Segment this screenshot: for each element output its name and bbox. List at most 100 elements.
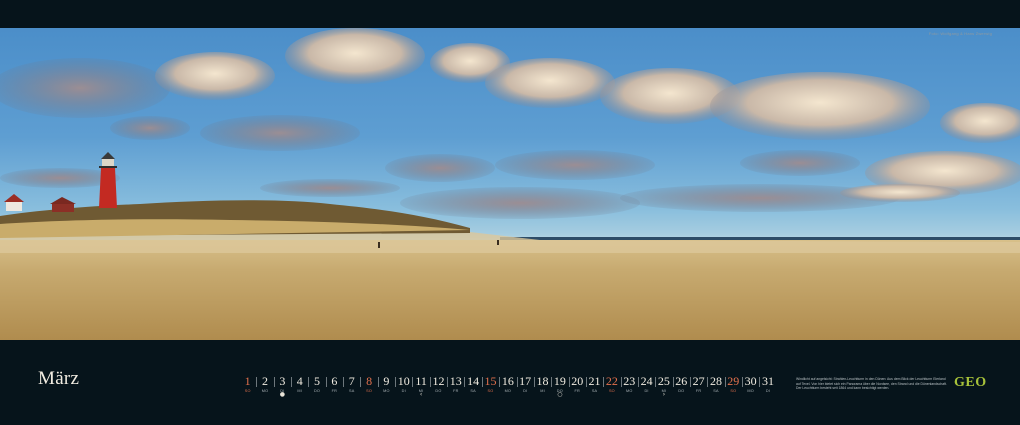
weekday-label: DO <box>678 389 685 393</box>
weekday-label: SO <box>244 389 251 393</box>
day-number: 22 <box>605 374 618 388</box>
calendar-day: 7 SA <box>343 374 360 404</box>
day-number: 26 <box>675 374 688 388</box>
geo-logo: GEO <box>954 375 987 390</box>
calendar-day: 12 DO <box>429 374 447 404</box>
person <box>378 242 380 248</box>
calendar-day: 16 MO <box>499 374 516 404</box>
weekday-label: MO <box>747 389 754 393</box>
calendar-day: 31 DI <box>759 374 776 404</box>
calendar-day: 9 MO <box>377 374 395 404</box>
weekday-label: DO <box>313 389 321 393</box>
weekday-label: MO <box>625 389 633 393</box>
calendar-day: 19 DO ○ <box>551 374 568 404</box>
weekday-label: SA <box>349 389 355 393</box>
moon-phase-icon: ○ <box>557 391 563 398</box>
weekday-label: SA <box>713 389 719 393</box>
photo-caption: Windlicht auf angelsicht: Strahlen-Leuch… <box>796 377 947 391</box>
month-title: März <box>38 368 80 389</box>
houses <box>4 194 76 212</box>
day-number: 8 <box>366 374 373 388</box>
day-number: 1 <box>244 374 251 388</box>
day-strip: 1 SO 2 MO 3 DI ● 4 MI 5 DO 6 FR 7 SA 8 SO 9 MO 10 DI 11 MI ‹ 12 D… <box>239 374 777 404</box>
calendar-day: 8 SO <box>360 374 377 404</box>
day-number: 7 <box>348 374 355 388</box>
weekday-label: SO <box>730 389 737 393</box>
day-number: 21 <box>588 374 601 388</box>
calendar-day: 30 MO <box>741 374 759 404</box>
day-number: 30 <box>744 374 757 388</box>
weekday-label: FR <box>331 389 338 393</box>
day-number: 2 <box>262 374 269 388</box>
weekday-label: SA <box>591 389 598 393</box>
weekday-label: SA <box>470 389 476 393</box>
day-number: 27 <box>692 374 705 388</box>
weekday-label: DI <box>401 389 406 393</box>
weekday-label: DI <box>523 389 528 393</box>
weekday-label: FR <box>453 389 459 393</box>
day-number: 3 <box>279 374 286 388</box>
day-number: 24 <box>640 374 653 388</box>
calendar-day: 21 SA <box>585 374 603 404</box>
weekday-label: MO <box>383 389 390 393</box>
lighthouse <box>99 152 117 208</box>
calendar-day: 28 SA <box>707 374 724 404</box>
day-number: 25 <box>657 374 670 388</box>
day-number: 17 <box>519 374 532 388</box>
weekday-label: MO <box>504 389 512 393</box>
weekday-label: SO <box>366 389 373 393</box>
day-number: 19 <box>553 374 566 388</box>
calendar-day: 4 MI <box>291 374 308 404</box>
calendar-day: 1 SO <box>239 374 256 404</box>
day-number: 10 <box>397 374 410 388</box>
calendar-day: 18 MI <box>533 374 551 404</box>
beach-landscape <box>0 28 1020 340</box>
weekday-label: SO <box>608 389 615 393</box>
day-number: 18 <box>536 374 549 388</box>
calendar-day: 6 FR <box>325 374 343 404</box>
person <box>497 240 499 245</box>
calendar-day: 11 MI ‹ <box>412 374 429 404</box>
calendar-day: 13 FR <box>447 374 464 404</box>
calendar-day: 26 DO <box>672 374 690 404</box>
calendar-day: 5 DO <box>308 374 325 404</box>
weekday-label: MI <box>540 389 545 393</box>
calendar-day: 15 SO <box>481 374 499 404</box>
weekday-label: MO <box>261 389 269 393</box>
day-number: 5 <box>314 374 321 388</box>
day-number: 12 <box>432 374 445 388</box>
moon-phase-icon: ‹ <box>419 391 423 398</box>
calendar-day: 17 DI <box>516 374 534 404</box>
day-number: 15 <box>484 374 497 388</box>
calendar-day: 25 MI › <box>655 374 672 404</box>
weekday-label: DI <box>765 389 771 393</box>
moon-phase-icon: › <box>662 391 666 398</box>
day-number: 4 <box>296 374 303 388</box>
weekday-label: SO <box>487 389 494 393</box>
moon-phase-icon: ● <box>279 391 285 398</box>
panorama-photo <box>0 28 1020 340</box>
calendar-day: 2 MO <box>256 374 273 404</box>
day-number: 23 <box>623 374 636 388</box>
day-number: 13 <box>449 374 462 388</box>
calendar-day: 14 SA <box>464 374 481 404</box>
day-number: 28 <box>709 374 722 388</box>
day-number: 9 <box>383 374 390 388</box>
weekday-label: MI <box>297 389 303 393</box>
calendar-day: 24 DI <box>637 374 655 404</box>
calendar-day: 10 DI <box>395 374 412 404</box>
beach <box>0 240 1020 340</box>
weekday-label: DO <box>435 389 442 393</box>
calendar-day: 20 FR <box>568 374 586 404</box>
calendar-day: 27 FR <box>689 374 707 404</box>
weekday-label: DI <box>644 389 649 393</box>
weekday-label: FR <box>574 389 580 393</box>
day-number: 11 <box>415 374 427 388</box>
day-number: 20 <box>571 374 584 388</box>
day-number: 29 <box>727 374 740 388</box>
calendar-day: 29 SO <box>724 374 742 404</box>
day-number: 6 <box>331 374 338 388</box>
day-number: 16 <box>501 374 514 388</box>
day-number: 31 <box>761 374 774 388</box>
calendar-day: 22 SO <box>603 374 620 404</box>
